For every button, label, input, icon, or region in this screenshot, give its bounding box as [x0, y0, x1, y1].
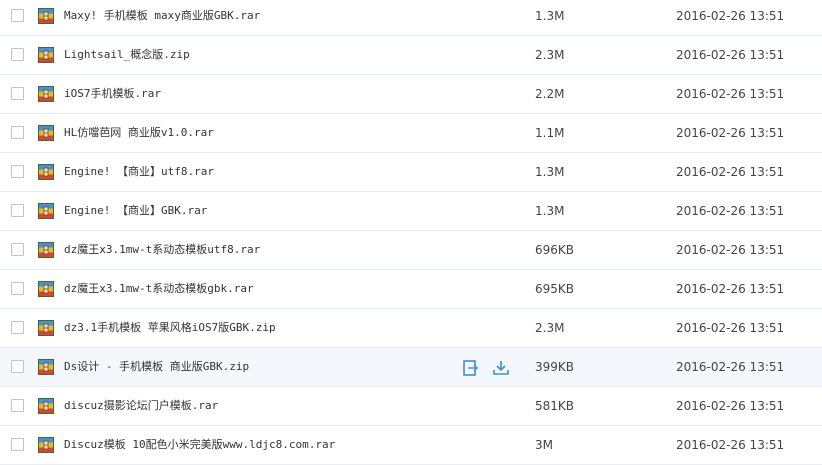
file-row[interactable]: discuz摄影论坛门户模板.rar 581KB 2016-02-26 13:5…	[0, 387, 822, 426]
download-icon[interactable]	[492, 359, 510, 377]
file-date: 2016-02-26 13:51	[676, 165, 785, 179]
file-row[interactable]: iOS7手机模板.rar 2.2M 2016-02-26 13:51	[0, 75, 822, 114]
archive-file-icon	[38, 203, 54, 219]
file-row[interactable]: dz魔王x3.1mw-t系动态模板gbk.rar 695KB 2016-02-2…	[0, 270, 822, 309]
file-name[interactable]: Lightsail_概念版.zip	[64, 47, 190, 63]
row-checkbox[interactable]	[11, 126, 24, 139]
file-date: 2016-02-26 13:51	[676, 399, 785, 413]
file-date: 2016-02-26 13:51	[676, 282, 785, 296]
file-date: 2016-02-26 13:51	[676, 321, 785, 335]
file-size: 399KB	[535, 360, 575, 374]
row-checkbox[interactable]	[11, 204, 24, 217]
archive-file-icon	[38, 359, 54, 375]
file-date: 2016-02-26 13:51	[676, 360, 785, 374]
file-name[interactable]: Engine! 【商业】GBK.rar	[64, 203, 207, 219]
file-name[interactable]: HL仿噹芭网 商业版v1.0.rar	[64, 125, 214, 141]
file-row[interactable]: Discuz模板 10配色小米完美版www.ldjc8.com.rar 3M 2…	[0, 426, 822, 465]
file-date: 2016-02-26 13:51	[676, 9, 785, 23]
archive-file-icon	[38, 47, 54, 63]
archive-file-icon	[38, 281, 54, 297]
file-name[interactable]: Engine! 【商业】utf8.rar	[64, 164, 214, 180]
file-date: 2016-02-26 13:51	[676, 438, 785, 452]
file-date: 2016-02-26 13:51	[676, 48, 785, 62]
file-row[interactable]: Maxy! 手机模板 maxy商业版GBK.rar 1.3M 2016-02-2…	[0, 0, 822, 36]
file-name[interactable]: discuz摄影论坛门户模板.rar	[64, 398, 218, 414]
file-row[interactable]: HL仿噹芭网 商业版v1.0.rar 1.1M 2016-02-26 13:51	[0, 114, 822, 153]
file-date: 2016-02-26 13:51	[676, 126, 785, 140]
file-row[interactable]: dz3.1手机模板 苹果风格iOS7版GBK.zip 2.3M 2016-02-…	[0, 309, 822, 348]
share-icon[interactable]	[462, 359, 480, 377]
file-row-hovered[interactable]: Ds设计 - 手机模板 商业版GBK.zip 399KB 2016-02-26 …	[0, 348, 822, 387]
archive-file-icon	[38, 398, 54, 414]
file-name[interactable]: Maxy! 手机模板 maxy商业版GBK.rar	[64, 8, 260, 24]
file-date: 2016-02-26 13:51	[676, 87, 785, 101]
file-name[interactable]: iOS7手机模板.rar	[64, 86, 161, 102]
file-list: Maxy! 手机模板 maxy商业版GBK.rar 1.3M 2016-02-2…	[0, 0, 822, 465]
file-date: 2016-02-26 13:51	[676, 204, 785, 218]
file-size: 2.3M	[535, 321, 565, 335]
archive-file-icon	[38, 437, 54, 453]
row-checkbox[interactable]	[11, 243, 24, 256]
file-name[interactable]: dz魔王x3.1mw-t系动态模板utf8.rar	[64, 242, 260, 258]
archive-file-icon	[38, 320, 54, 336]
file-size: 2.2M	[535, 87, 565, 101]
file-name[interactable]: dz魔王x3.1mw-t系动态模板gbk.rar	[64, 281, 254, 297]
row-checkbox[interactable]	[11, 321, 24, 334]
file-row[interactable]: Lightsail_概念版.zip 2.3M 2016-02-26 13:51	[0, 36, 822, 75]
row-checkbox[interactable]	[11, 165, 24, 178]
row-checkbox[interactable]	[11, 399, 24, 412]
archive-file-icon	[38, 86, 54, 102]
file-row[interactable]: Engine! 【商业】GBK.rar 1.3M 2016-02-26 13:5…	[0, 192, 822, 231]
archive-file-icon	[38, 164, 54, 180]
row-checkbox[interactable]	[11, 438, 24, 451]
file-date: 2016-02-26 13:51	[676, 243, 785, 257]
archive-file-icon	[38, 242, 54, 258]
file-size: 1.1M	[535, 126, 565, 140]
file-size: 3M	[535, 438, 553, 452]
file-size: 1.3M	[535, 9, 565, 23]
file-name[interactable]: Ds设计 - 手机模板 商业版GBK.zip	[64, 359, 249, 375]
file-size: 1.3M	[535, 165, 565, 179]
file-size: 1.3M	[535, 204, 565, 218]
archive-file-icon	[38, 8, 54, 24]
file-row[interactable]: Engine! 【商业】utf8.rar 1.3M 2016-02-26 13:…	[0, 153, 822, 192]
file-name[interactable]: Discuz模板 10配色小米完美版www.ldjc8.com.rar	[64, 437, 335, 453]
row-checkbox[interactable]	[11, 87, 24, 100]
file-size: 696KB	[535, 243, 575, 257]
row-checkbox[interactable]	[11, 48, 24, 61]
row-checkbox[interactable]	[11, 282, 24, 295]
file-row[interactable]: dz魔王x3.1mw-t系动态模板utf8.rar 696KB 2016-02-…	[0, 231, 822, 270]
file-name[interactable]: dz3.1手机模板 苹果风格iOS7版GBK.zip	[64, 320, 276, 336]
file-size: 2.3M	[535, 48, 565, 62]
file-size: 695KB	[535, 282, 575, 296]
archive-file-icon	[38, 125, 54, 141]
row-checkbox[interactable]	[11, 360, 24, 373]
file-size: 581KB	[535, 399, 575, 413]
row-checkbox[interactable]	[11, 9, 24, 22]
